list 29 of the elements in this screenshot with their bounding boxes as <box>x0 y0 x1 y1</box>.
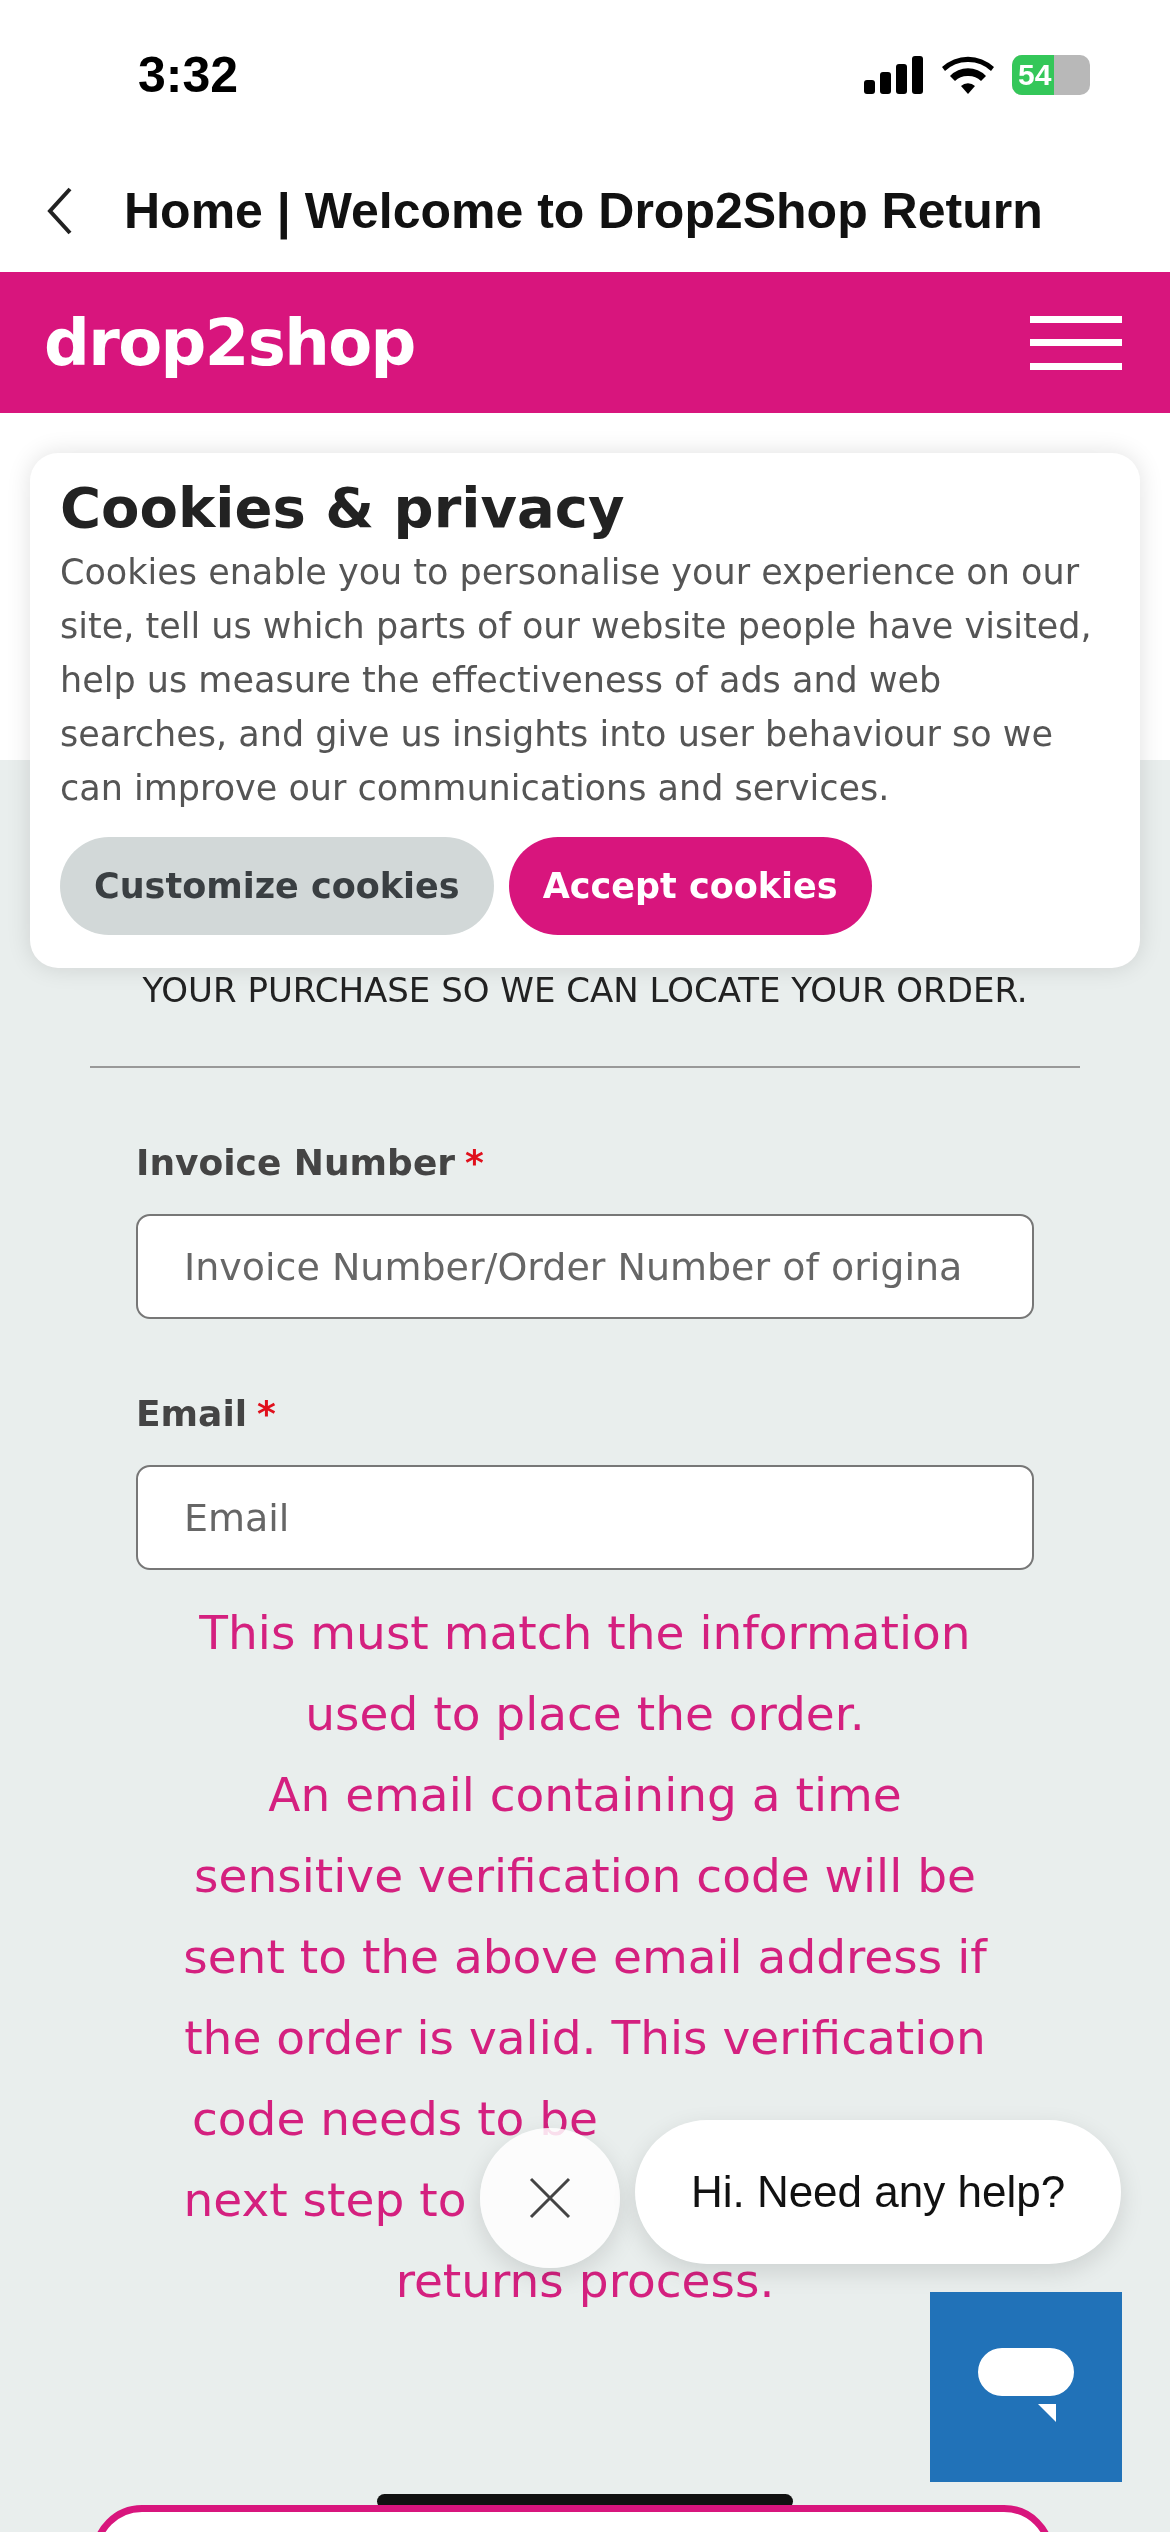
chat-bubble[interactable]: Hi. Need any help? <box>635 2120 1121 2264</box>
intro-text: YOUR PURCHASE SO WE CAN LOCATE YOUR ORDER. <box>142 969 1028 1012</box>
field-label: Invoice Number <box>136 1141 456 1185</box>
cookie-button[interactable]: Accept cookies <box>508 837 872 935</box>
input-field[interactable]: Email <box>136 1465 1034 1570</box>
cookie-button[interactable]: Customize cookies <box>60 837 494 935</box>
close-icon <box>529 2177 571 2219</box>
menu-icon[interactable] <box>1030 315 1122 370</box>
note-line: An email containing a time <box>268 1766 902 1824</box>
battery-icon: 54 <box>1012 55 1090 95</box>
status-time: 3:32 <box>138 45 239 105</box>
signal-icon <box>864 56 924 94</box>
field-label: Email <box>136 1392 248 1436</box>
chat-button[interactable] <box>930 2292 1122 2482</box>
note-line: the order is valid. This verification <box>184 2009 986 2067</box>
note-line: sent to the above email address if <box>183 1928 987 1986</box>
note-line: used to place the order. <box>305 1685 865 1743</box>
note-line: code needs to be <box>191 2090 598 2148</box>
note-line: sensitive verification code will be <box>194 1847 976 1905</box>
note-line: This must match the information <box>199 1604 971 1662</box>
wifi-icon <box>942 56 994 94</box>
input-field[interactable]: Invoice Number/Order Number of origina <box>136 1214 1034 1319</box>
cookie-text: Cookies enable you to personalise your experience on our site, tell us which parts of our website people have visited, help us measure the effectiveness of ads and web searches, and give us insights into user behaviour so we can improve our communications and services. <box>60 551 1093 810</box>
back-icon[interactable] <box>46 187 74 235</box>
required-mark: * <box>465 1141 484 1185</box>
cookie-title: Cookies & privacy <box>60 474 626 542</box>
note-line: next step to <box>183 2171 467 2229</box>
required-mark: * <box>257 1392 276 1436</box>
page-title: Home | Welcome to Drop2Shop Return <box>124 181 1043 242</box>
